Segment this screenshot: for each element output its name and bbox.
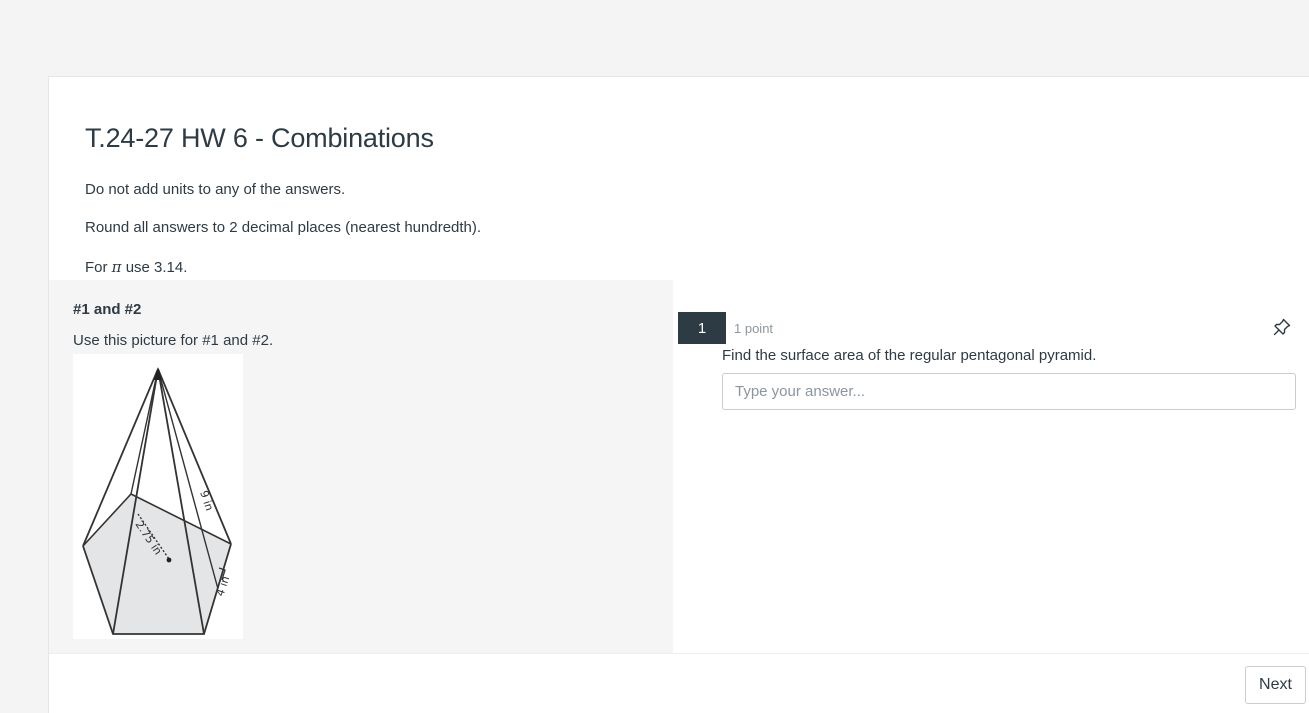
instruction-pi: For π use 3.14.: [85, 258, 187, 276]
pi-symbol: π: [111, 258, 122, 276]
question-points: 1 point: [734, 321, 774, 336]
pentagonal-pyramid-figure: 2.75 in 9 in 4 in: [73, 354, 243, 639]
question-text: Find the surface area of the regular pen…: [722, 347, 1097, 364]
answer-input[interactable]: [722, 373, 1296, 410]
pyramid-svg: 2.75 in 9 in 4 in: [82, 367, 232, 635]
instruction-units: Do not add units to any of the answers.: [85, 181, 346, 198]
quiz-page: T.24-27 HW 6 - Combinations Do not add u…: [48, 76, 1309, 713]
question-number-badge: 1: [678, 312, 726, 344]
stimulus-panel: #1 and #2 Use this picture for #1 and #2…: [49, 280, 673, 653]
quiz-title: T.24-27 HW 6 - Combinations: [85, 123, 434, 153]
slant-height-label: 9 in: [197, 489, 216, 513]
instruction-pi-prefix: For: [85, 259, 112, 276]
footer-divider: [49, 653, 1309, 654]
stimulus-text: Use this picture for #1 and #2.: [73, 332, 274, 349]
instruction-rounding: Round all answers to 2 decimal places (n…: [85, 219, 482, 236]
instruction-pi-suffix: use 3.14.: [121, 259, 188, 276]
next-button[interactable]: Next: [1245, 666, 1306, 704]
pin-icon[interactable]: [1272, 317, 1292, 337]
stimulus-heading: #1 and #2: [73, 301, 142, 318]
